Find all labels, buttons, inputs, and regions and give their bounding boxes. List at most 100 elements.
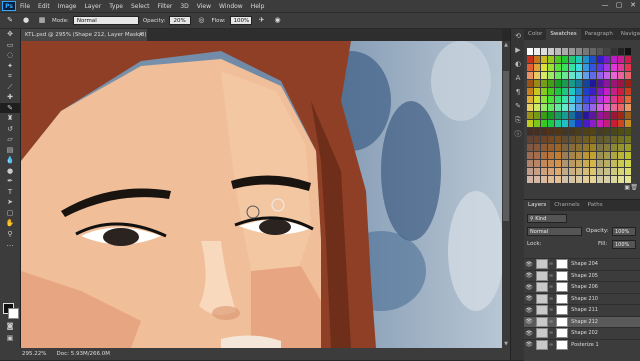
visibility-eye-icon[interactable]: 👁 [524,341,534,348]
opacity-pressure-icon[interactable]: ◎ [195,15,207,26]
layer-fill-field[interactable]: 100% [612,240,636,249]
layer-filter-kind-select[interactable]: ⚲ Kind [527,214,567,223]
color-swatch[interactable] [590,112,596,119]
color-swatch[interactable] [618,96,624,103]
color-swatch[interactable] [576,160,582,167]
color-swatch[interactable] [590,168,596,175]
color-swatch[interactable] [569,152,575,159]
tab-navigator[interactable]: Navigator [617,29,640,40]
color-swatch[interactable] [534,168,540,175]
color-swatch[interactable] [576,64,582,71]
color-swatch[interactable] [611,88,617,95]
color-swatch[interactable] [597,72,603,79]
mode-select[interactable]: Normal [72,16,139,25]
color-swatch[interactable] [569,160,575,167]
color-swatch[interactable] [548,136,554,143]
visibility-eye-icon[interactable]: 👁 [524,272,534,279]
color-swatch[interactable] [534,112,540,119]
color-swatch[interactable] [548,48,554,55]
color-swatch[interactable] [555,160,561,167]
brush-presets-icon[interactable]: ✎ [511,99,525,113]
layer-mask-thumbnail[interactable] [556,293,569,304]
color-swatch[interactable] [541,104,547,111]
color-swatch[interactable] [576,96,582,103]
link-chain-icon[interactable]: ∞ [549,342,553,348]
color-swatch[interactable] [527,80,533,87]
color-swatch[interactable] [534,160,540,167]
color-swatch[interactable] [611,128,617,135]
maximize-button[interactable]: ▢ [614,1,624,10]
color-swatch[interactable] [625,144,631,151]
layer-row[interactable]: 👁 ∞ Shape 210 [524,292,640,304]
color-swatch[interactable] [562,72,568,79]
tab-paths[interactable]: Paths [584,200,607,211]
color-swatch[interactable] [604,120,610,127]
color-swatch[interactable] [576,176,582,183]
color-swatch[interactable] [569,112,575,119]
color-swatch[interactable] [541,64,547,71]
color-swatch[interactable] [618,120,624,127]
layer-row[interactable]: 👁 ∞ Posterize 1 [524,338,640,350]
color-swatch[interactable] [625,104,631,111]
color-swatch[interactable] [590,136,596,143]
color-swatch[interactable] [569,72,575,79]
color-swatch[interactable] [534,120,540,127]
color-swatch[interactable] [576,120,582,127]
path-select-tool-icon[interactable]: ➤ [0,197,20,208]
color-swatch[interactable] [548,112,554,119]
color-swatch[interactable] [548,88,554,95]
color-swatch[interactable] [534,144,540,151]
color-swatch[interactable] [527,152,533,159]
color-swatch[interactable] [597,160,603,167]
color-swatch[interactable] [604,160,610,167]
visibility-eye-icon[interactable]: 👁 [524,307,534,314]
color-swatch[interactable] [583,72,589,79]
layer-mask-thumbnail[interactable] [556,305,569,315]
color-swatch[interactable] [527,168,533,175]
color-swatch[interactable] [583,64,589,71]
color-swatch[interactable] [576,112,582,119]
color-swatch[interactable] [569,120,575,127]
opacity-field[interactable]: 20% [169,16,192,25]
color-swatch[interactable] [611,176,617,183]
color-swatch[interactable] [611,64,617,71]
color-swatch[interactable] [527,56,533,63]
quick-mask-icon[interactable]: ◙ [0,321,20,332]
eyedropper-tool-icon[interactable]: ⟋ [0,82,20,93]
layer-mask-thumbnail[interactable] [556,259,569,269]
type-tool-icon[interactable]: T [0,187,20,198]
color-swatch[interactable] [611,56,617,63]
color-swatch[interactable] [562,48,568,55]
layer-mask-thumbnail[interactable] [556,328,569,338]
color-swatch[interactable] [548,120,554,127]
color-swatch[interactable] [618,104,624,111]
color-swatch[interactable] [541,144,547,151]
canvas-vertical-scrollbar[interactable]: ▲ ▼ [502,41,510,348]
color-swatch[interactable] [534,152,540,159]
color-swatch[interactable] [562,136,568,143]
more-tools-icon[interactable]: … [0,239,20,250]
color-swatch[interactable] [590,144,596,151]
healing-brush-tool-icon[interactable]: ✚ [0,92,20,103]
color-swatch[interactable] [534,136,540,143]
visibility-eye-icon[interactable]: 👁 [524,261,534,268]
layer-row[interactable]: 👁 ∞ Shape 202 [524,327,640,338]
color-swatch[interactable] [597,120,603,127]
color-swatch[interactable] [548,128,554,135]
brush-size-icon[interactable]: ● [20,15,32,26]
link-chain-icon[interactable]: ∞ [549,261,553,267]
color-swatch[interactable] [604,144,610,151]
color-swatch[interactable] [548,168,554,175]
color-swatch[interactable] [583,120,589,127]
color-swatch[interactable] [604,56,610,63]
quick-select-tool-icon[interactable]: ✦ [0,61,20,72]
color-swatch[interactable] [625,168,631,175]
color-swatch[interactable] [527,48,533,55]
gradient-tool-icon[interactable]: ▤ [0,145,20,156]
menu-edit[interactable]: Edit [34,3,54,10]
layer-row[interactable]: 👁 ∞ Shape 206 [524,281,640,292]
color-swatch[interactable] [534,48,540,55]
color-swatch[interactable] [611,96,617,103]
menu-view[interactable]: View [193,3,215,10]
color-swatch[interactable] [590,80,596,87]
